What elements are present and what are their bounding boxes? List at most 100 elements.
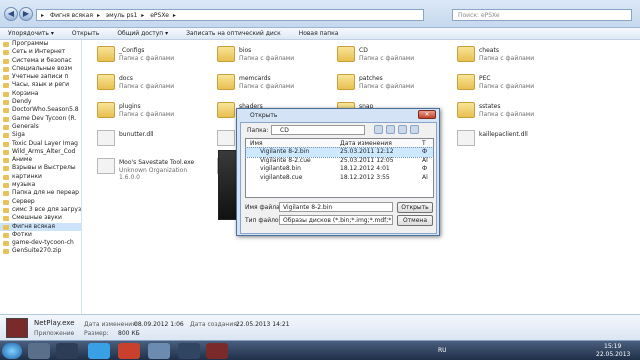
item-subtitle: Папка с файлами — [479, 111, 535, 118]
breadcrumb-item[interactable]: эмуль ps1 — [106, 12, 137, 19]
nav-item[interactable]: Wild_Arms_Alter_Cod — [0, 148, 81, 156]
item-subtitle: Папка с файлами — [479, 83, 535, 90]
dialog-file-row[interactable]: vigilante8.cue 18.12.2012 3:55 Al — [246, 174, 433, 183]
item-subtitle-2: 1.6.0.0 — [119, 174, 140, 181]
app-taskbar-icon[interactable] — [178, 343, 200, 359]
created-value: 22.05.2013 14:21 — [236, 321, 290, 328]
item-name: memcards — [239, 75, 271, 82]
col-date-header[interactable]: Дата изменения — [340, 139, 392, 148]
file-date: 25.03.2011 12:05 — [340, 156, 394, 164]
view-menu-icon[interactable] — [410, 125, 419, 134]
nav-item[interactable]: Сеть и Интернет — [0, 48, 81, 56]
filename-input[interactable]: Vigilante 8-2.bin — [279, 202, 393, 212]
back-icon[interactable] — [374, 125, 383, 134]
nav-item[interactable]: GenSuite270.zip — [0, 247, 81, 255]
nav-item[interactable]: DoctorWho.Season5.8 — [0, 106, 81, 114]
file-name: Vigilante 8-2.bin — [260, 148, 310, 155]
folder-icon — [97, 46, 115, 62]
nav-item[interactable]: музыка — [0, 181, 81, 189]
clock-time[interactable]: 15:19 — [604, 343, 621, 350]
file-type: Al — [422, 173, 428, 181]
nav-item[interactable]: Game Dev Tycoon (R. — [0, 115, 81, 123]
nav-item[interactable]: Папка для не переар — [0, 189, 81, 197]
folder-icon — [97, 74, 115, 90]
item-name: bunutter.dll — [119, 131, 154, 138]
nav-item[interactable]: Siga — [0, 131, 81, 139]
nav-item[interactable]: Toxic Dual Layer Imag — [0, 140, 81, 148]
epsxe-taskbar-icon[interactable] — [206, 343, 228, 359]
file-icon — [457, 130, 475, 146]
open-button[interactable]: Открыть — [72, 30, 99, 37]
nav-item[interactable]: Фотки — [0, 231, 81, 239]
new-folder-icon[interactable] — [398, 125, 407, 134]
nav-item[interactable]: Фигня всякая — [0, 222, 81, 231]
file-date: 25.03.2011 12:12 — [340, 148, 394, 155]
item-subtitle: Папка с файлами — [359, 55, 415, 62]
up-folder-icon[interactable] — [386, 125, 395, 134]
burn-button[interactable]: Записать на оптический диск — [186, 30, 281, 37]
open-file-button[interactable]: Открыть — [397, 202, 433, 213]
nav-item[interactable]: Корзина — [0, 90, 81, 98]
col-type-header[interactable]: Т — [422, 139, 426, 148]
nav-item[interactable]: Сервер — [0, 198, 81, 206]
nav-item[interactable]: Специальные возм — [0, 65, 81, 73]
close-button[interactable]: ✕ — [418, 110, 436, 119]
breadcrumb-item[interactable]: Фигня всякая — [50, 12, 93, 19]
item-name: _Configs — [119, 47, 145, 54]
steam-taskbar-icon[interactable] — [56, 343, 78, 359]
cancel-button[interactable]: Отмена — [397, 215, 433, 226]
language-indicator[interactable]: RU — [438, 347, 447, 354]
nav-item[interactable]: Generals — [0, 123, 81, 131]
nav-item[interactable]: game-dev-tycoon-ch — [0, 239, 81, 247]
forward-button[interactable]: ▶ — [19, 7, 33, 21]
dialog-file-row[interactable]: Vigilante 8-2.cue 25.03.2011 12:05 Al — [246, 157, 433, 166]
col-name-header[interactable]: Имя — [250, 139, 263, 148]
opera-taskbar-icon[interactable] — [118, 343, 140, 359]
modified-value: 08.09.2012 1:06 — [134, 321, 184, 328]
created-label: Дата создания: — [190, 321, 239, 328]
nav-item[interactable]: симс 3 все для загруз — [0, 206, 81, 214]
share-button[interactable]: Общий доступ ▾ — [117, 30, 168, 37]
address-input[interactable]: ▸ Фигня всякая ▸ эмуль ps1 ▸ ePSXe ▸ — [36, 9, 424, 21]
dialog-file-row[interactable]: vigilante8.bin 18.12.2012 4:01 Ф — [246, 165, 433, 174]
nav-item[interactable]: Часы, язык и реги — [0, 81, 81, 89]
breadcrumb-sep: ▸ — [172, 12, 176, 19]
item-name: CD — [359, 47, 368, 54]
item-subtitle: Папка с файлами — [119, 55, 175, 62]
skype-taskbar-icon[interactable] — [88, 343, 110, 359]
folder-icon — [337, 74, 355, 90]
new-folder-button[interactable]: Новая папка — [299, 30, 339, 37]
explorer-taskbar-icon[interactable] — [28, 343, 50, 359]
organize-button[interactable]: Упорядочить ▾ — [8, 30, 54, 37]
nav-item[interactable]: картинки — [0, 173, 81, 181]
size-label: Размер: — [84, 330, 109, 337]
folder-icon — [457, 46, 475, 62]
folder-icon — [97, 102, 115, 118]
lookin-select[interactable]: CD — [271, 125, 365, 135]
nav-item[interactable]: Система и безопас — [0, 57, 81, 65]
item-subtitle: Папка с файлами — [239, 83, 295, 90]
nav-item[interactable]: Аниме — [0, 156, 81, 164]
back-button[interactable]: ◀ — [4, 7, 18, 21]
search-input[interactable]: Поиск: ePSXe — [452, 9, 632, 21]
nav-item[interactable]: Взрывы и Выстрелы — [0, 164, 81, 172]
app-taskbar-icon[interactable] — [148, 343, 170, 359]
file-name: Vigilante 8-2.cue — [260, 156, 311, 164]
dialog-file-row[interactable]: Vigilante 8-2.bin 25.03.2011 12:12 Ф — [245, 147, 434, 158]
nav-item[interactable]: Учетные записи п — [0, 73, 81, 81]
folder-icon — [337, 46, 355, 62]
nav-item[interactable]: Смешные звуки — [0, 214, 81, 222]
file-list-header: Имя Дата изменения Т — [246, 139, 433, 148]
nav-item[interactable]: Dendy — [0, 98, 81, 106]
file-date: 18.12.2012 4:01 — [340, 165, 390, 172]
clock-date[interactable]: 22.05.2013 — [596, 351, 630, 358]
breadcrumb-sep: ▸ — [96, 12, 100, 19]
open-dialog: Открыть ✕ Папка: CD Имя Дата изменения Т… — [236, 108, 440, 236]
item-subtitle: Unknown Organization — [119, 167, 188, 174]
start-button[interactable] — [2, 343, 22, 359]
nav-item[interactable]: Программы — [0, 40, 81, 48]
selected-file-name: NetPlay.exe — [34, 319, 75, 327]
filetype-select[interactable]: Образы дисков (*.bin;*.img;*.mdf;*.cue;*… — [279, 215, 393, 225]
folder-icon — [217, 102, 235, 118]
breadcrumb-item[interactable]: ePSXe — [150, 12, 169, 19]
